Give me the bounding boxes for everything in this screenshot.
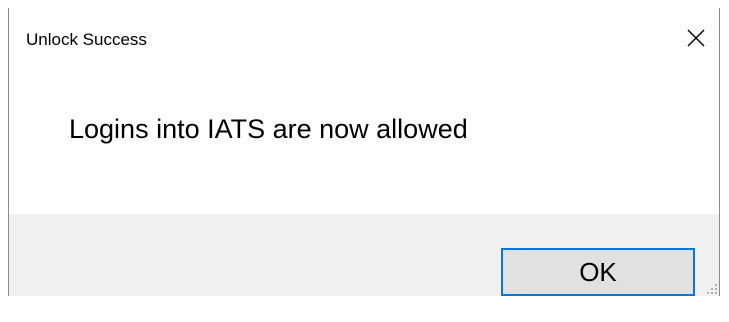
message-area: Logins into IATS are now allowed [9, 64, 719, 214]
message-dialog: Unlock Success Logins into IATS are now … [8, 8, 720, 296]
close-button[interactable] [673, 18, 719, 58]
title-bar: Unlock Success [9, 8, 719, 64]
dialog-message: Logins into IATS are now allowed [69, 114, 468, 144]
button-bar: OK [9, 214, 719, 296]
ok-button-label: OK [579, 256, 617, 287]
close-icon [687, 29, 705, 47]
dialog-title: Unlock Success [26, 30, 147, 49]
resize-grip-icon[interactable] [706, 283, 718, 295]
ok-button[interactable]: OK [501, 248, 695, 296]
